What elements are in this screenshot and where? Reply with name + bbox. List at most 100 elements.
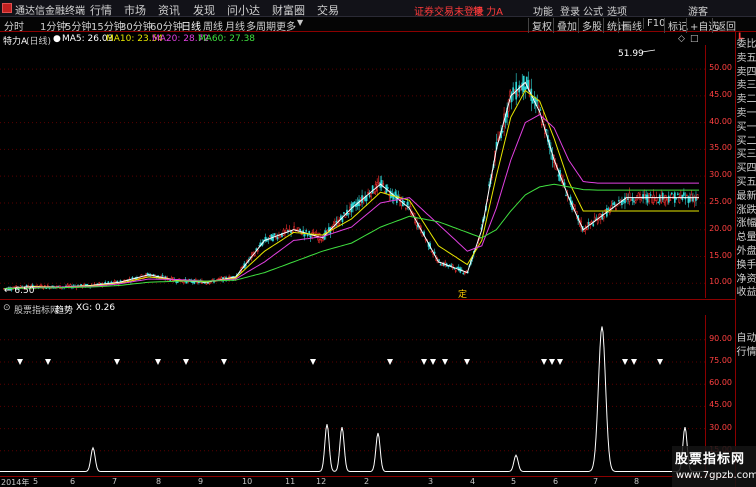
candle-body bbox=[450, 264, 453, 266]
candle-body bbox=[370, 193, 372, 198]
side-item[interactable]: 卖一 bbox=[736, 107, 756, 120]
chevron-down-icon[interactable]: ▼ bbox=[297, 18, 303, 27]
ma-line-ma60 bbox=[4, 183, 699, 290]
candle-body bbox=[565, 194, 567, 197]
side-item[interactable]: 委比 bbox=[736, 38, 756, 51]
period-more[interactable]: 更多 bbox=[276, 18, 296, 33]
side-item[interactable]: 净资 bbox=[736, 273, 756, 286]
menu-login[interactable]: 登录 bbox=[560, 3, 580, 18]
menu-ask[interactable]: 问小达 bbox=[227, 2, 260, 18]
side-item[interactable]: 卖五 bbox=[736, 52, 756, 65]
date-label: 6 bbox=[70, 477, 76, 486]
diamond-icon[interactable]: ◇ bbox=[678, 34, 685, 44]
side-item[interactable]: 最新 bbox=[736, 190, 756, 203]
menu-formula[interactable]: 公式 bbox=[583, 3, 603, 18]
period-30min[interactable]: 30分钟 bbox=[120, 18, 153, 33]
menu-guest[interactable]: 游客 bbox=[688, 3, 708, 18]
date-label: 12 bbox=[316, 477, 327, 486]
mark-button[interactable]: 标记 bbox=[664, 18, 688, 33]
menu-trade[interactable]: 交易 bbox=[317, 2, 339, 18]
price-tick: 35.00 bbox=[709, 143, 732, 153]
side-item[interactable]: 收益 bbox=[736, 286, 756, 299]
candle-body bbox=[175, 281, 178, 283]
side-item[interactable]: 行情 bbox=[736, 346, 756, 359]
square-icon[interactable]: □ bbox=[690, 34, 699, 44]
candle-body bbox=[192, 281, 194, 283]
period-5min[interactable]: 5分钟 bbox=[65, 18, 91, 33]
period-1min[interactable]: 1分钟 bbox=[40, 18, 66, 33]
signal-marker bbox=[310, 359, 316, 365]
indicator-chart[interactable] bbox=[0, 315, 705, 475]
menu-discover[interactable]: 发现 bbox=[193, 2, 215, 18]
candle-body bbox=[104, 281, 107, 284]
side-item[interactable]: 买五 bbox=[736, 176, 756, 189]
period-15min[interactable]: 15分钟 bbox=[91, 18, 124, 33]
f10-button[interactable]: F10 bbox=[643, 18, 665, 29]
side-item[interactable]: 卖四 bbox=[736, 66, 756, 79]
indicator-value: XG: 0.26 bbox=[76, 303, 116, 313]
candle-body bbox=[587, 221, 590, 225]
date-label: 5 bbox=[511, 477, 517, 486]
candle-body bbox=[371, 185, 374, 194]
multi-stock-button[interactable]: 多股 bbox=[578, 18, 602, 33]
candle-body bbox=[627, 198, 629, 201]
period-daily[interactable]: 日线 bbox=[181, 18, 201, 33]
candle-body bbox=[658, 194, 661, 202]
menu-board[interactable]: 市场 bbox=[124, 2, 146, 18]
menu-wealth[interactable]: 财富圈 bbox=[272, 2, 305, 18]
indicator-collapse-icon[interactable]: ⊙ bbox=[3, 303, 11, 313]
candle-body bbox=[291, 231, 294, 233]
candlestick-chart[interactable]: 51.99 ← 6.50 定 bbox=[0, 45, 705, 298]
side-item[interactable]: 买四 bbox=[736, 162, 756, 175]
candle-body bbox=[596, 220, 599, 224]
period-toolbar: 分时 1分钟 5分钟 15分钟 30分钟 60分钟 日线 周线 月线 多周期 更… bbox=[0, 17, 756, 33]
candle-body bbox=[223, 276, 226, 278]
side-item[interactable]: 涨幅 bbox=[736, 217, 756, 230]
side-item[interactable]: 自动 bbox=[736, 332, 756, 345]
candle-body bbox=[217, 278, 220, 280]
signal-marker bbox=[421, 359, 427, 365]
period-weekly[interactable]: 周线 bbox=[203, 18, 223, 33]
date-axis: 2014年 5 6 7 8 9 10 11 12 2 3 4 5 6 7 8 bbox=[0, 477, 705, 487]
event-marker: 定 bbox=[458, 288, 467, 298]
side-item[interactable]: 总量 bbox=[736, 231, 756, 244]
menu-news[interactable]: 资讯 bbox=[158, 2, 180, 18]
side-item[interactable]: 卖三 bbox=[736, 79, 756, 92]
menu-options[interactable]: 选项 bbox=[607, 3, 627, 18]
price-tick: 25.00 bbox=[709, 196, 732, 206]
app-title: 通达信金融终端 bbox=[15, 6, 85, 17]
indicator-tick: 30.00 bbox=[709, 422, 732, 432]
candle-body bbox=[651, 197, 654, 203]
date-label: 11 bbox=[285, 477, 296, 486]
side-item[interactable]: 买二 bbox=[736, 135, 756, 148]
candle-body bbox=[299, 228, 301, 232]
candle-body bbox=[501, 131, 504, 133]
candle-body bbox=[646, 194, 649, 203]
menu-market[interactable]: 行情 bbox=[90, 2, 112, 18]
side-item[interactable]: 买一 bbox=[736, 121, 756, 134]
price-tick: 10.00 bbox=[709, 277, 732, 287]
period-monthly[interactable]: 月线 bbox=[225, 18, 245, 33]
period-multi[interactable]: 多周期 bbox=[246, 18, 276, 33]
back-button[interactable]: 返回 bbox=[712, 18, 736, 33]
candle-body bbox=[353, 201, 356, 204]
candle-body bbox=[256, 250, 259, 252]
draw-line-button[interactable]: 画线 bbox=[618, 18, 642, 33]
side-item[interactable]: 卖二 bbox=[736, 93, 756, 106]
side-item[interactable]: 涨跌 bbox=[736, 204, 756, 217]
date-label: 8 bbox=[634, 477, 640, 486]
adjust-button[interactable]: 复权 bbox=[528, 18, 552, 33]
candle-body bbox=[696, 194, 699, 200]
period-60min[interactable]: 60分钟 bbox=[150, 18, 183, 33]
signal-marker bbox=[430, 359, 436, 365]
menu-function[interactable]: 功能 bbox=[533, 3, 553, 18]
side-item[interactable]: 外盘 bbox=[736, 245, 756, 258]
period-intraday[interactable]: 分时 bbox=[4, 18, 24, 33]
side-item[interactable]: 买三 bbox=[736, 148, 756, 161]
candle-body bbox=[282, 229, 285, 236]
side-item[interactable]: 换手 bbox=[736, 259, 756, 272]
candle-body bbox=[208, 282, 211, 285]
candle-body bbox=[276, 237, 279, 240]
overlay-button[interactable]: 叠加 bbox=[553, 18, 577, 33]
candle-body bbox=[602, 216, 605, 219]
